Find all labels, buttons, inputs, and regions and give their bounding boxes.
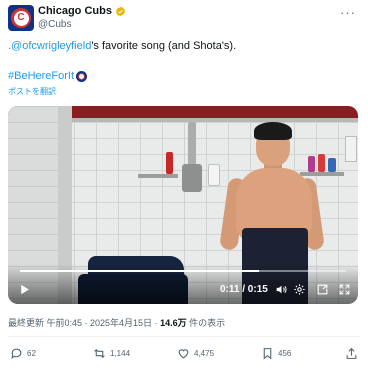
more-options-icon[interactable]: ··· <box>340 6 356 19</box>
video-person-hair <box>254 122 292 140</box>
reply-count: 62 <box>27 349 36 358</box>
mention-link[interactable]: .@ofcwrigleyfield <box>8 40 91 52</box>
bookmark-button[interactable]: 456 <box>261 347 291 360</box>
divider <box>8 336 360 337</box>
bookmark-icon <box>263 348 272 360</box>
settings-gear-icon[interactable] <box>293 283 306 296</box>
author-display-name[interactable]: Chicago Cubs <box>38 5 112 17</box>
heart-icon <box>178 349 189 359</box>
video-frame-dispenser-right <box>345 136 357 162</box>
hashtag-link[interactable]: #BeHereForIt <box>8 70 74 82</box>
repost-count: 1,144 <box>110 349 131 358</box>
video-frame-shower-head <box>182 164 202 192</box>
tweet-card: C Chicago Cubs @Cubs ··· .@ofcwrigleyfie… <box>0 0 368 372</box>
avatar-logo-inner: C <box>13 10 29 26</box>
video-frame-shelf-right <box>300 172 344 176</box>
author-handle[interactable]: @Cubs <box>38 19 72 30</box>
video-frame-bottle <box>328 158 336 172</box>
hashtag-line: #BeHereForIt <box>8 70 88 82</box>
view-count-label: 件の表示 <box>186 318 226 328</box>
volume-icon[interactable] <box>275 283 288 296</box>
avatar[interactable]: C <box>8 5 34 31</box>
reply-button[interactable]: 62 <box>10 347 36 360</box>
like-count: 4,475 <box>194 349 215 358</box>
avatar-logo-letter: C <box>17 12 25 23</box>
post-meta: 最終更新 午前0:45 · 2025年4月15日 · 14.6万 件の表示 <box>8 316 225 329</box>
translate-post-link[interactable]: ポストを翻訳 <box>8 86 56 97</box>
play-icon[interactable] <box>18 283 31 296</box>
video-frame-bottle <box>318 154 325 172</box>
reply-icon <box>11 348 22 360</box>
author-name-row: Chicago Cubs <box>38 5 126 17</box>
video-progress-fill <box>20 270 259 272</box>
video-time: 0:11 / 0:15 <box>220 284 268 295</box>
repost-icon <box>94 348 105 359</box>
cubs-hashflag-icon <box>76 70 88 82</box>
avatar-logo-ring: C <box>11 8 31 28</box>
bookmark-count: 456 <box>278 349 292 358</box>
video-frame-bottle <box>166 152 173 174</box>
video-frame-shower-pipe <box>188 122 196 168</box>
video-frame-bottle <box>308 156 315 172</box>
view-count: 14.6万 <box>160 318 187 328</box>
video-player[interactable]: 0:11 / 0:15 <box>8 106 358 304</box>
tweet-text-rest: 's favorite song (and Shota's). <box>91 40 237 52</box>
video-progress-bar[interactable] <box>20 270 346 272</box>
post-timestamp[interactable]: 最終更新 午前0:45 · 2025年4月15日 · <box>8 318 160 328</box>
picture-in-picture-icon[interactable] <box>316 283 329 296</box>
tweet-text: .@ofcwrigleyfield's favorite song (and S… <box>8 40 236 52</box>
verified-badge-icon <box>116 6 125 16</box>
share-button[interactable] <box>345 347 358 360</box>
share-icon <box>346 347 357 359</box>
repost-button[interactable]: 1,144 <box>93 347 130 360</box>
video-frame-shelf <box>138 174 178 178</box>
like-button[interactable]: 4,475 <box>177 347 214 360</box>
video-frame-dispenser <box>208 164 220 186</box>
fullscreen-icon[interactable] <box>338 283 351 296</box>
